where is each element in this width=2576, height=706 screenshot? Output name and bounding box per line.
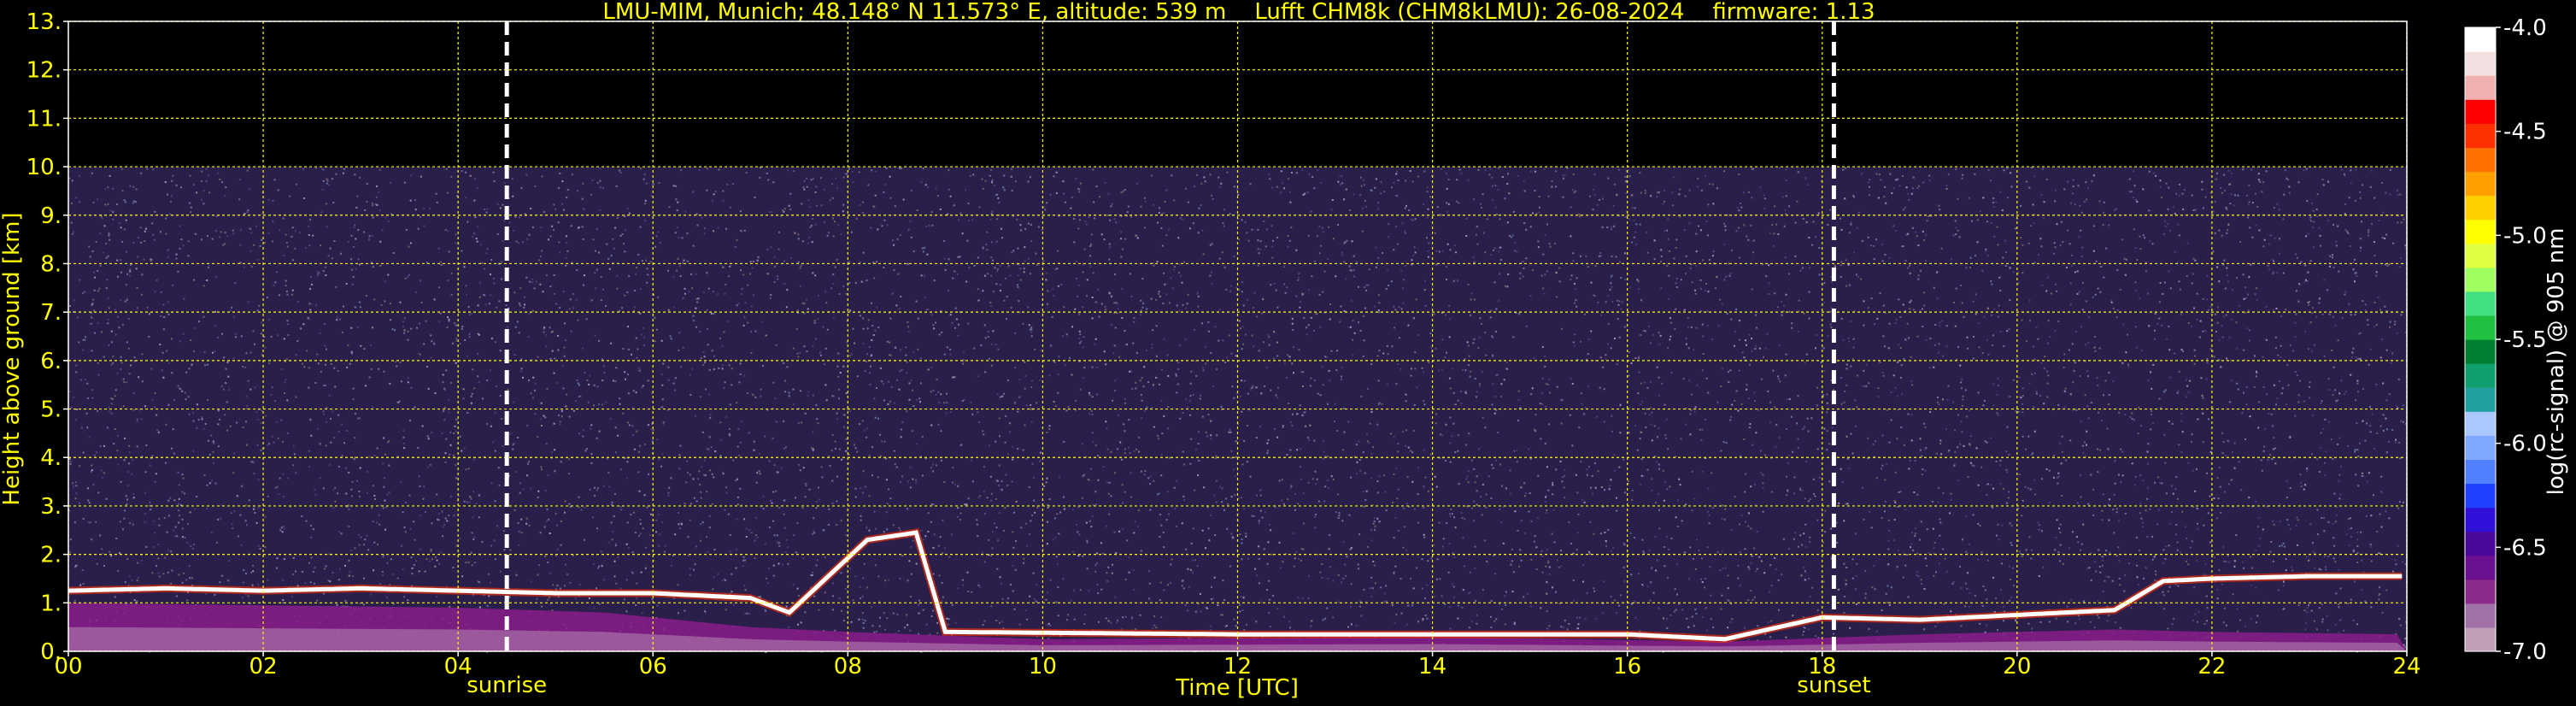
y-tick-label: 2. <box>40 543 62 568</box>
colorbar-segment <box>2465 387 2496 412</box>
x-tick-label: 06 <box>639 654 667 680</box>
y-tick-label: 6. <box>40 349 62 374</box>
colorbar-segment <box>2465 267 2496 292</box>
colorbar-segment <box>2465 315 2496 340</box>
x-tick-label: 14 <box>1418 654 1446 680</box>
y-tick-label: 8. <box>40 251 62 277</box>
colorbar-segment <box>2465 555 2496 580</box>
x-tick-label: 12 <box>1223 654 1252 680</box>
colorbar-segment <box>2465 411 2496 436</box>
colorbar-segment <box>2465 243 2496 268</box>
y-axis-label: Height above ground [km] <box>0 212 25 505</box>
colorbar-label: log(rc-signal) @ 905 nm <box>2544 228 2569 496</box>
y-tick-label: 13. <box>26 9 62 35</box>
y-tick-label: 0. <box>40 639 62 665</box>
x-tick-label: 10 <box>1029 654 1057 680</box>
colorbar-segment <box>2465 435 2496 460</box>
colorbar-tick-label: -4.5 <box>2503 120 2547 145</box>
y-tick-label: 12. <box>26 58 62 84</box>
colorbar-segment <box>2465 627 2496 652</box>
y-tick-label: 11. <box>26 106 62 132</box>
x-tick-label: 22 <box>2198 654 2226 680</box>
plot-area <box>67 21 2409 654</box>
x-tick-label: 16 <box>1613 654 1641 680</box>
colorbar-segment <box>2465 51 2496 76</box>
y-tick-label: 4. <box>40 445 62 471</box>
colorbar-segment <box>2465 603 2496 628</box>
colorbar-segment <box>2465 531 2496 556</box>
colorbar-segment <box>2465 363 2496 388</box>
colorbar-segment <box>2465 483 2496 509</box>
colorbar: -4.0 -4.5 -5.0 -5.5 -6.0 -6.5 -7.0 <box>2464 15 2547 665</box>
colorbar-segment <box>2465 99 2496 124</box>
x-tick-label: 20 <box>2003 654 2031 680</box>
colorbar-segment <box>2465 291 2496 316</box>
colorbar-segment <box>2465 459 2496 485</box>
colorbar-segment <box>2465 123 2496 148</box>
colorbar-segment <box>2465 339 2496 364</box>
colorbar-segment <box>2465 195 2496 221</box>
colorbar-segment <box>2465 75 2496 100</box>
colorbar-tick-label: -7.0 <box>2503 639 2547 665</box>
colorbar-segment <box>2465 579 2496 604</box>
x-tick-label: 24 <box>2392 654 2421 680</box>
x-tick-label: 02 <box>249 654 278 680</box>
colorbar-segment <box>2465 147 2496 173</box>
y-tick-label: 9. <box>40 203 62 229</box>
y-tick-label: 5. <box>40 397 62 423</box>
colorbar-tick-label: -4.0 <box>2503 15 2547 41</box>
y-tick-label: 10. <box>26 155 62 180</box>
colorbar-segment <box>2465 27 2496 52</box>
y-tick-label: 7. <box>40 300 62 326</box>
marker-label-sunrise: sunrise <box>466 673 547 698</box>
colorbar-tick-label: -5.0 <box>2503 223 2547 249</box>
colorbar-tick-label: -6.0 <box>2503 432 2547 457</box>
x-tick-label: 08 <box>834 654 862 680</box>
colorbar-tick-label: -6.5 <box>2503 535 2547 561</box>
colorbar-segment <box>2465 219 2496 244</box>
x-tick-label: 18 <box>1808 654 1836 680</box>
x-tick-label: 04 <box>444 654 472 680</box>
ceilometer-chart: LMU-MIM, Munich; 48.148° N 11.573° E, al… <box>0 0 2569 701</box>
y-tick-label: 1. <box>40 591 62 616</box>
colorbar-segment <box>2465 507 2496 532</box>
y-tick-label: 3. <box>40 494 62 520</box>
colorbar-tick-label: -5.5 <box>2503 327 2547 353</box>
colorbar-segment <box>2465 171 2496 197</box>
